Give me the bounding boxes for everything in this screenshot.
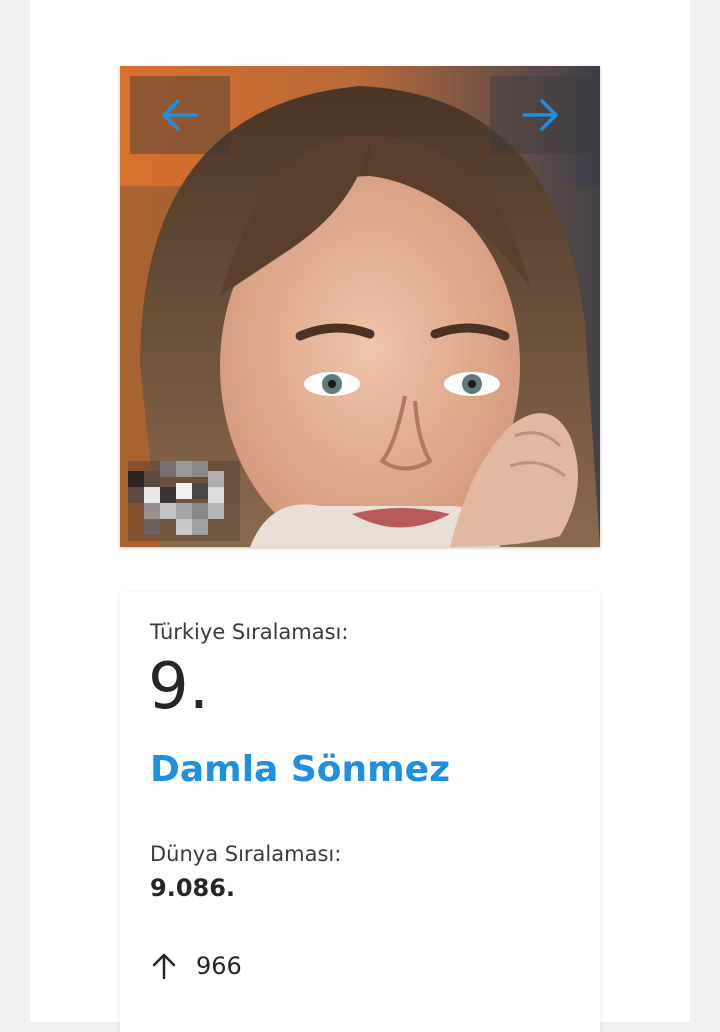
rank-change: 966 bbox=[150, 952, 242, 980]
turkey-ranking-label: Türkiye Sıralaması: bbox=[150, 620, 349, 644]
world-ranking-label: Dünya Sıralaması: bbox=[150, 842, 342, 866]
arrow-left-icon bbox=[162, 99, 198, 131]
arrow-right-icon bbox=[522, 99, 558, 131]
turkey-ranking-value: 9. bbox=[148, 650, 210, 724]
arrow-up-icon bbox=[152, 953, 176, 980]
content-panel: Türkiye Sıralaması: 9. Damla Sönmez Düny… bbox=[30, 0, 690, 1032]
rank-change-value: 966 bbox=[196, 952, 242, 980]
person-name-link[interactable]: Damla Sönmez bbox=[150, 748, 450, 791]
next-photo-button[interactable] bbox=[490, 76, 590, 154]
profile-photo bbox=[120, 66, 600, 547]
previous-photo-button[interactable] bbox=[130, 76, 230, 154]
ranking-card: Türkiye Sıralaması: 9. Damla Sönmez Düny… bbox=[120, 592, 600, 1032]
world-ranking-value: 9.086. bbox=[150, 874, 236, 902]
pixelated-watermark bbox=[128, 461, 240, 541]
